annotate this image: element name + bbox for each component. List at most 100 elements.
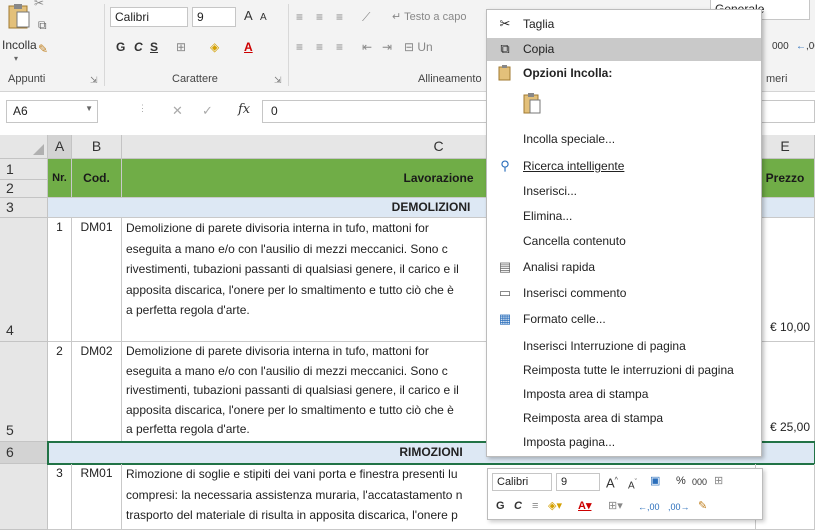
- menu-item-reset-page-breaks[interactable]: Reimposta tutte le interruzioni di pagin…: [487, 359, 761, 382]
- row-header-1[interactable]: 1: [0, 159, 48, 180]
- underline-button[interactable]: S: [150, 38, 158, 56]
- grow-font-button[interactable]: A: [244, 7, 253, 25]
- font-group-label: Carattere: [172, 73, 218, 85]
- insert-function-icon[interactable]: fx: [238, 102, 250, 117]
- menu-item-format-cells[interactable]: ▦ Formato celle...: [487, 308, 761, 331]
- cancel-entry-icon[interactable]: ✕: [172, 103, 183, 119]
- decrease-indent-icon[interactable]: ⇤: [362, 38, 372, 56]
- paste-dropdown-icon[interactable]: ▾: [14, 50, 18, 68]
- increase-decimal-button[interactable]: ←,00: [796, 38, 815, 56]
- column-header-a[interactable]: A: [48, 135, 72, 159]
- orientation-icon[interactable]: ⟋: [362, 8, 370, 26]
- mini-bold-button[interactable]: G: [496, 497, 505, 515]
- menu-item-copy[interactable]: ⧉ Copia: [487, 38, 761, 61]
- row-header-4[interactable]: 4: [0, 218, 48, 342]
- menu-heading-paste-options: Opzioni Incolla:: [487, 62, 761, 85]
- mini-accounting-format-icon[interactable]: ▣: [650, 472, 660, 490]
- align-center-icon[interactable]: ≡: [316, 38, 323, 56]
- paste-button[interactable]: Incolla: [2, 36, 37, 54]
- copy-icon[interactable]: ⧉: [38, 16, 47, 34]
- fill-color-icon[interactable]: ◈: [210, 38, 219, 56]
- menu-item-paste-default[interactable]: [487, 88, 761, 118]
- menu-item-clear-contents[interactable]: Cancella contenuto: [487, 230, 761, 253]
- font-size-select[interactable]: 9: [192, 7, 236, 27]
- align-bottom-icon[interactable]: ≡: [336, 8, 343, 26]
- select-all-corner[interactable]: [0, 135, 48, 159]
- bold-button[interactable]: G: [116, 38, 125, 56]
- name-box[interactable]: A6 ▼: [6, 100, 98, 123]
- align-left-icon[interactable]: ≡: [296, 38, 303, 56]
- mini-grow-font-icon[interactable]: A^: [606, 472, 618, 492]
- row-header-5[interactable]: 5: [0, 342, 48, 442]
- align-top-icon[interactable]: ≡: [296, 8, 303, 26]
- confirm-entry-icon[interactable]: ✓: [202, 103, 213, 119]
- mini-format-table-icon[interactable]: ⊞: [714, 472, 723, 490]
- menu-item-insert-comment[interactable]: ▭ Inserisci commento: [487, 282, 761, 305]
- item-price-cell[interactable]: € 10,00: [756, 218, 815, 342]
- clipboard-launcher-icon[interactable]: ⇲: [90, 75, 98, 86]
- increase-indent-icon[interactable]: ⇥: [382, 38, 392, 56]
- item-code-cell[interactable]: DM01: [72, 218, 122, 342]
- formula-bar-grip-icon: ⋮: [138, 103, 147, 113]
- mini-font-color-icon[interactable]: A▾: [578, 497, 591, 515]
- item-nr-cell[interactable]: 2: [48, 342, 72, 442]
- context-menu: ✂ Taglia ⧉ Copia Opzioni Incolla: Incoll…: [486, 9, 762, 457]
- column-header-b[interactable]: B: [72, 135, 122, 159]
- menu-item-delete[interactable]: Elimina...: [487, 205, 761, 228]
- cut-icon[interactable]: ✂: [34, 0, 44, 12]
- quick-analysis-icon: ▤: [498, 259, 512, 274]
- wrap-text-button[interactable]: ↵ Testo a capo: [392, 8, 466, 26]
- column-header-e[interactable]: E: [756, 135, 815, 159]
- item-nr-cell[interactable]: 3: [48, 464, 72, 530]
- row-header-3[interactable]: 3: [0, 198, 48, 218]
- mini-format-painter-icon[interactable]: ✎: [698, 497, 707, 515]
- menu-item-quick-analysis[interactable]: ▤ Analisi rapida: [487, 256, 761, 279]
- font-name-select[interactable]: Calibri: [110, 7, 188, 27]
- header-prezzo-cell[interactable]: Prezzo: [756, 159, 815, 198]
- mini-thousands-button[interactable]: 000: [692, 473, 707, 491]
- copy-icon: ⧉: [500, 41, 510, 56]
- header-cod-cell[interactable]: Cod.: [72, 159, 122, 198]
- item-price-cell[interactable]: [756, 464, 815, 530]
- name-box-dropdown-icon[interactable]: ▼: [85, 104, 93, 113]
- item-code-cell[interactable]: RM01: [72, 464, 122, 530]
- menu-item-cut[interactable]: ✂ Taglia: [487, 13, 761, 36]
- item-price-cell[interactable]: € 25,00: [756, 342, 815, 442]
- alignment-group-label: Allineamento: [418, 73, 482, 85]
- row-header-6[interactable]: 6: [0, 442, 48, 464]
- mini-font-name-select[interactable]: Calibri: [492, 473, 552, 491]
- align-right-icon[interactable]: ≡: [336, 38, 343, 56]
- menu-item-insert-page-break[interactable]: Inserisci Interruzione di pagina: [487, 335, 761, 358]
- mini-borders-icon[interactable]: ⊞▾: [608, 497, 623, 515]
- mini-fill-color-icon[interactable]: ◈▾: [548, 497, 562, 515]
- menu-item-set-print-area[interactable]: Imposta area di stampa: [487, 383, 761, 406]
- font-color-icon[interactable]: A: [244, 38, 253, 56]
- header-nr-cell[interactable]: Nr.: [48, 159, 72, 198]
- align-middle-icon[interactable]: ≡: [316, 8, 323, 26]
- item-code-cell[interactable]: DM02: [72, 342, 122, 442]
- menu-item-reset-print-area[interactable]: Reimposta area di stampa: [487, 407, 761, 430]
- merge-center-button[interactable]: ⊟ Un: [404, 38, 433, 56]
- mini-font-size-select[interactable]: 9: [556, 473, 600, 491]
- row-header-7[interactable]: [0, 464, 48, 530]
- mini-align-icon[interactable]: ≡: [532, 497, 538, 515]
- row-header-2[interactable]: 2: [0, 180, 48, 198]
- menu-item-paste-special[interactable]: Incolla speciale...: [487, 128, 761, 151]
- mini-shrink-font-icon[interactable]: Aˇ: [628, 474, 637, 495]
- mini-increase-decimal-icon[interactable]: ←,00: [638, 498, 660, 516]
- menu-item-page-setup[interactable]: Imposta pagina...: [487, 431, 761, 454]
- menu-item-smart-lookup[interactable]: ⚲ Ricerca intelligente: [487, 155, 761, 178]
- mini-percent-button[interactable]: %: [676, 472, 686, 490]
- menu-item-insert[interactable]: Inserisci...: [487, 180, 761, 203]
- italic-button[interactable]: C: [134, 38, 143, 56]
- borders-icon[interactable]: ⊞: [176, 38, 186, 56]
- shrink-font-button[interactable]: A: [260, 9, 267, 27]
- item-nr-cell[interactable]: 1: [48, 218, 72, 342]
- format-painter-icon[interactable]: ✎: [38, 40, 48, 58]
- font-launcher-icon[interactable]: ⇲: [274, 75, 282, 86]
- mini-decrease-decimal-icon[interactable]: ,00→: [668, 498, 690, 516]
- thousands-separator-button[interactable]: 000: [772, 38, 789, 56]
- paste-icon[interactable]: [8, 3, 30, 29]
- mini-italic-button[interactable]: C: [514, 497, 522, 515]
- paste-icon: [523, 92, 541, 117]
